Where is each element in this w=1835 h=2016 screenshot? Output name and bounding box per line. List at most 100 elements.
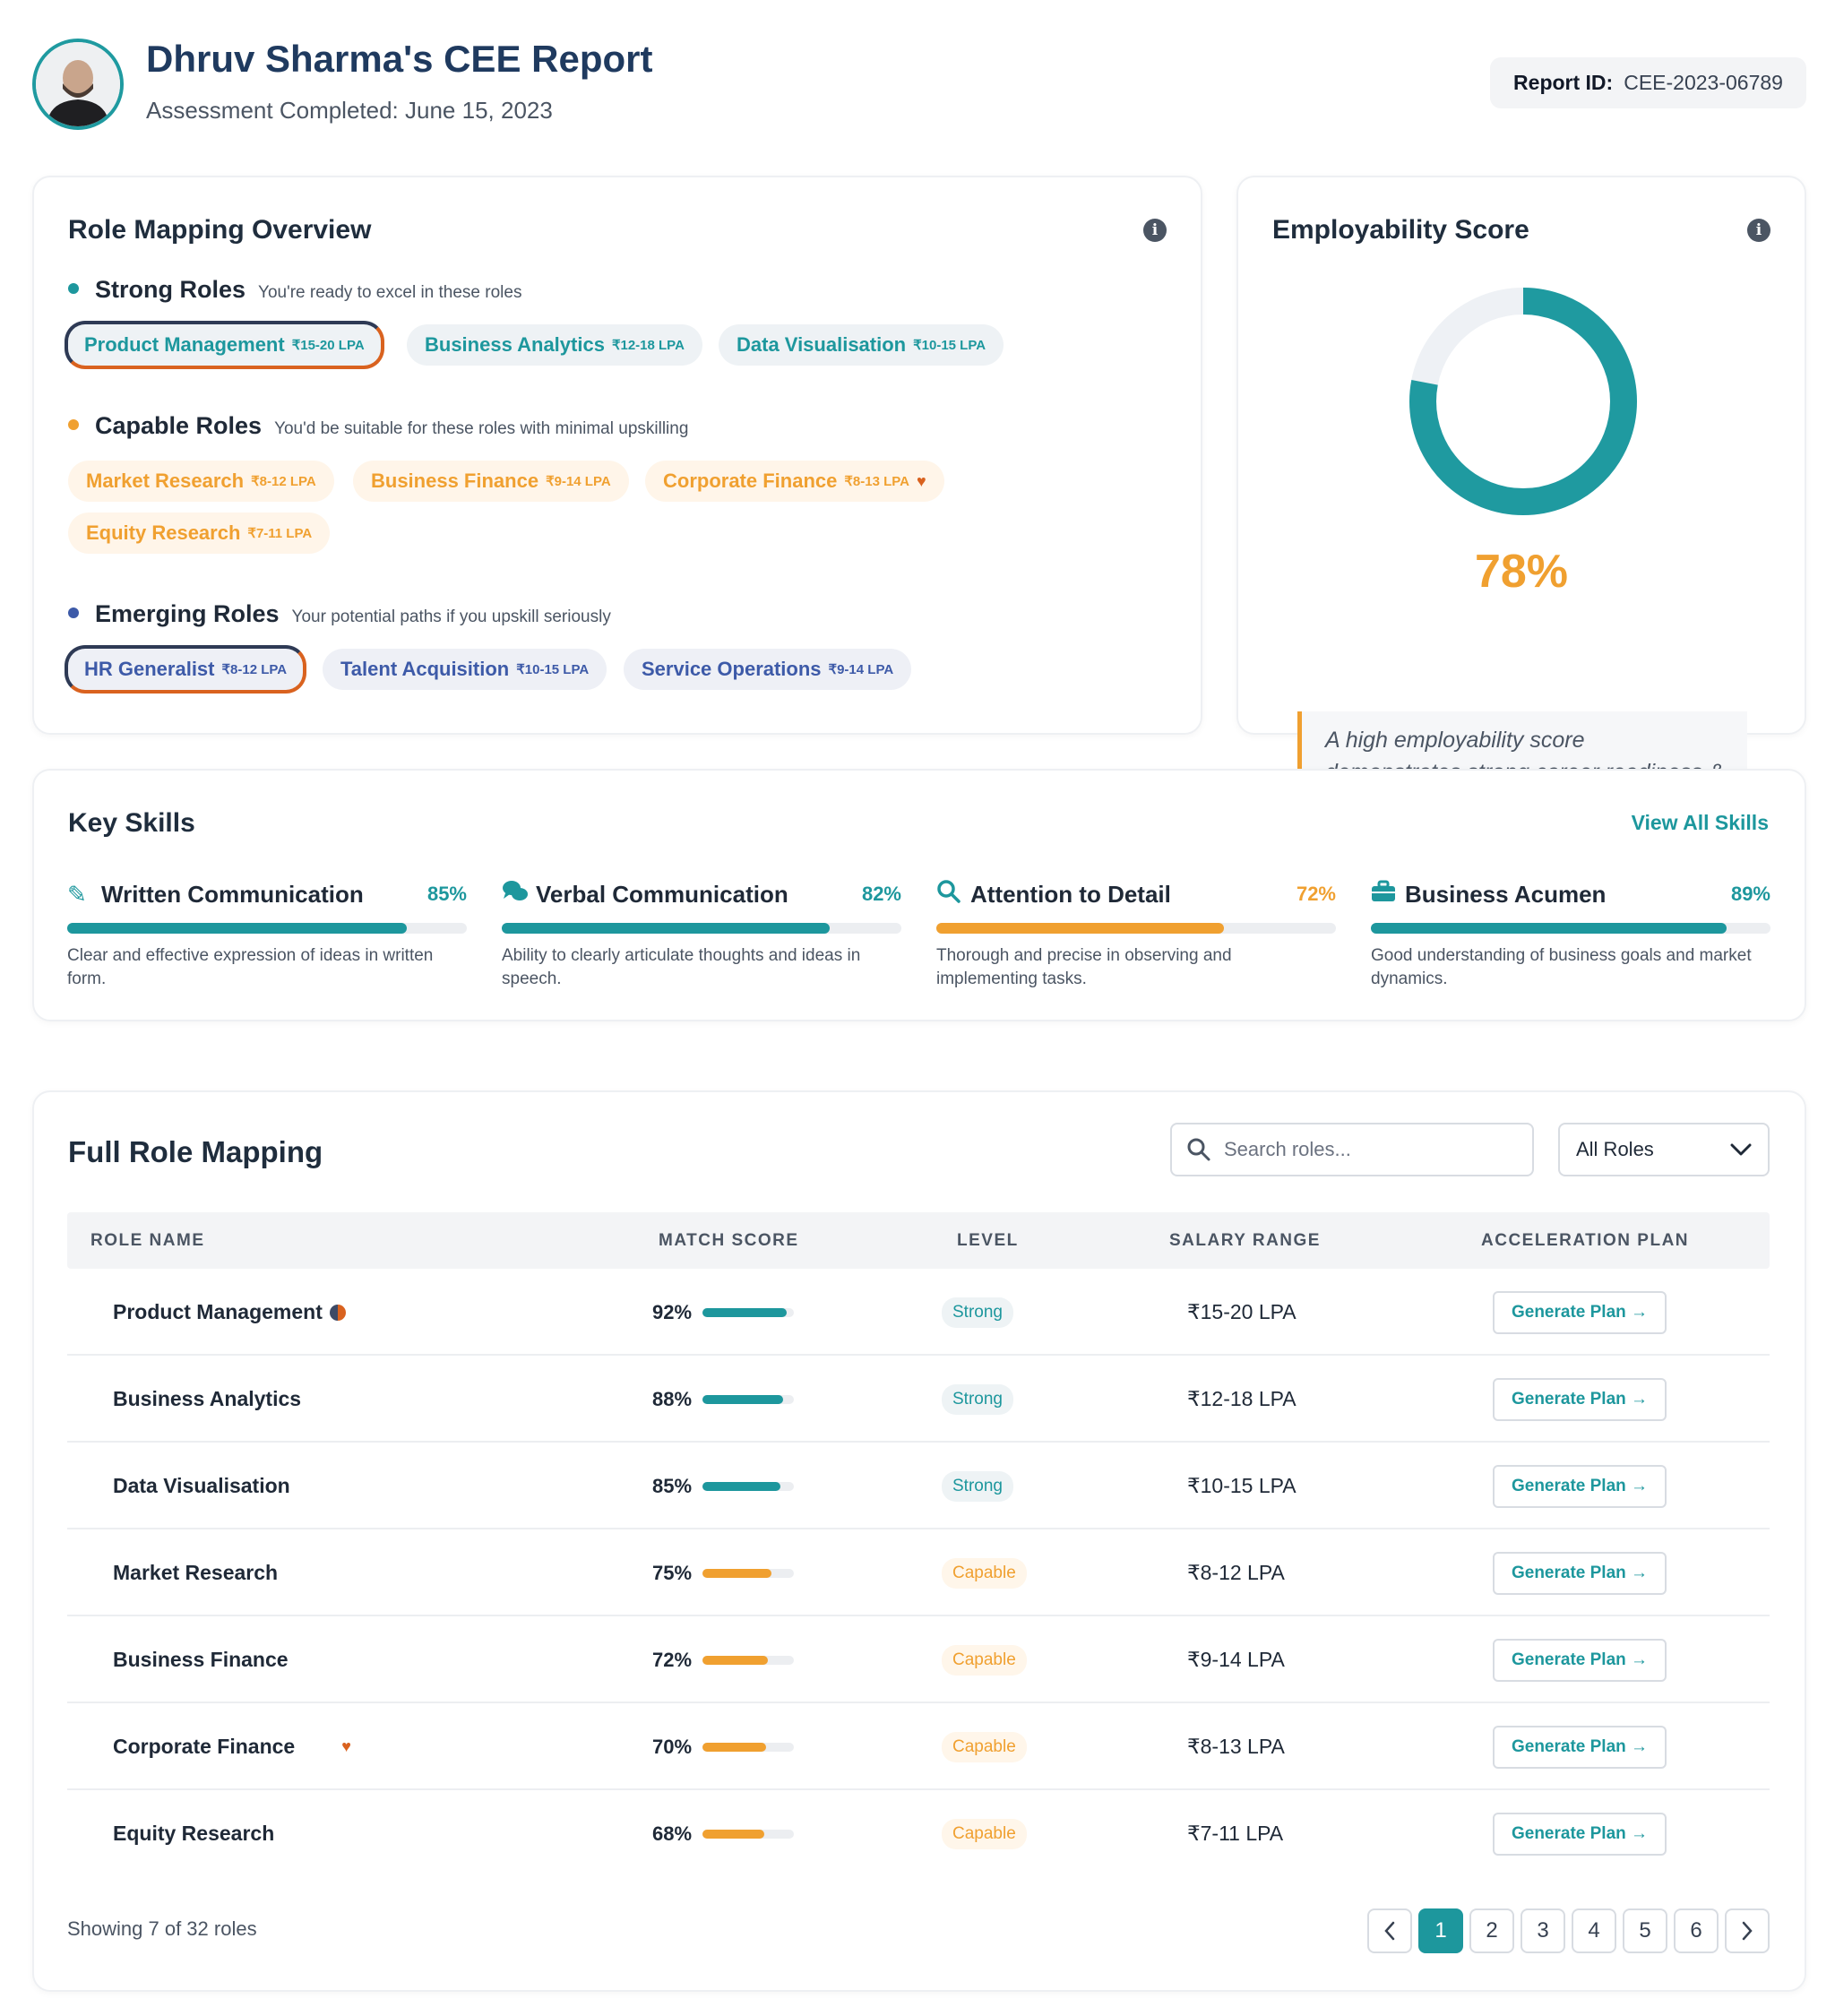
view-all-skills-link[interactable]: View All Skills: [1632, 811, 1769, 835]
assessment-date: Assessment Completed: June 15, 2023: [146, 97, 553, 124]
role-pill-salary: ₹10-15 LPA: [913, 338, 986, 353]
report-id-value: CEE-2023-06789: [1624, 71, 1783, 94]
match-score-text: 70%: [652, 1735, 693, 1758]
role-pill-name: Data Visualisation: [737, 333, 907, 356]
skill-progress-fill: [67, 923, 408, 934]
page-button-4[interactable]: 4: [1572, 1908, 1616, 1953]
role-name-cell: Market Research: [113, 1561, 279, 1584]
match-score-fill: [702, 1829, 765, 1839]
salary-cell: ₹7-11 LPA: [1187, 1822, 1284, 1845]
generate-plan-button[interactable]: Generate Plan →: [1493, 1551, 1667, 1595]
skill-progress-fill: [936, 923, 1225, 934]
capable-dot: [68, 419, 79, 430]
skill-progress-track: [1371, 923, 1770, 934]
role-pill-salary: ₹9-14 LPA: [546, 474, 611, 489]
page-button-5[interactable]: 5: [1623, 1908, 1667, 1953]
generate-plan-button[interactable]: Generate Plan →: [1493, 1464, 1667, 1508]
generate-plan-button[interactable]: Generate Plan →: [1493, 1812, 1667, 1856]
chevron-down-icon: [1730, 1143, 1752, 1156]
generate-plan-button[interactable]: Generate Plan →: [1493, 1638, 1667, 1682]
role-filter-select[interactable]: All Roles: [1558, 1123, 1770, 1176]
role-pill-name: Business Analytics: [425, 333, 605, 356]
info-icon[interactable]: i: [1747, 219, 1770, 242]
role-name-cell: Data Visualisation: [113, 1474, 290, 1497]
avatar: [32, 39, 124, 130]
emerging-roles-heading: Emerging Roles Your potential paths if y…: [68, 600, 611, 628]
skill-written-communication: ✎ Written Communication 85% Clear and ef…: [67, 878, 467, 991]
generate-plan-button[interactable]: Generate Plan →: [1493, 1377, 1667, 1421]
role-pill-business-analytics[interactable]: Business Analytics ₹12-18 LPA: [407, 324, 702, 366]
score-value: 78%: [1474, 546, 1569, 598]
role-pill-service-operations[interactable]: Service Operations ₹9-14 LPA: [624, 649, 912, 690]
table-row: Product Management 92% Strong ₹15-20 LPA Gen…: [67, 1269, 1770, 1356]
role-pill-equity-research[interactable]: Equity Research ₹7-11 LPA: [68, 513, 331, 554]
page-title: Dhruv Sharma's CEE Report: [146, 38, 653, 80]
role-pill-corporate-finance[interactable]: Corporate Finance ₹8-13 LPA ♥: [645, 461, 944, 502]
role-pill-business-finance[interactable]: Business Finance ₹9-14 LPA: [353, 461, 629, 502]
match-score-fill: [702, 1307, 787, 1317]
role-name-cell: Product Management: [113, 1300, 323, 1323]
skill-name: Written Communication: [101, 880, 364, 908]
table-row: Corporate Finance ♥ 70% Capable ₹8-13 LPA Gen…: [67, 1703, 1770, 1790]
role-pill-salary: ₹10-15 LPA: [516, 662, 590, 677]
salary-cell: ₹15-20 LPA: [1187, 1300, 1297, 1323]
match-score-bar: [702, 1307, 795, 1317]
column-salary-range: SALARY RANGE: [1169, 1231, 1321, 1250]
generate-plan-button[interactable]: Generate Plan →: [1493, 1290, 1667, 1334]
search-roles-field[interactable]: [1170, 1123, 1534, 1176]
role-pill-name: Product Management: [84, 333, 285, 356]
page-button-2[interactable]: 2: [1469, 1908, 1514, 1953]
key-skills-title: Key Skills: [68, 808, 195, 838]
search-input[interactable]: [1224, 1138, 1511, 1161]
role-pill-data-visualisation[interactable]: Data Visualisation ₹10-15 LPA: [719, 324, 1004, 366]
page-button-1[interactable]: 1: [1418, 1908, 1463, 1953]
role-filter-value: All Roles: [1576, 1138, 1654, 1160]
skill-description: Thorough and precise in observing and im…: [936, 946, 1232, 988]
salary-cell: ₹12-18 LPA: [1187, 1387, 1297, 1410]
role-pill-hr-generalist[interactable]: HR Generalist ₹8-12 LPA: [65, 645, 307, 694]
role-pill-name: Equity Research: [86, 521, 241, 544]
salary-cell: ₹8-12 LPA: [1187, 1561, 1285, 1584]
employability-score-card: Employability Score i 78% A high employa…: [1236, 176, 1806, 839]
match-score-bar: [702, 1568, 795, 1578]
role-pill-name: Market Research: [86, 470, 245, 492]
level-badge: Capable: [942, 1818, 1027, 1849]
match-score-bar: [702, 1394, 795, 1404]
match-score-bar: [702, 1829, 795, 1839]
page-button-6[interactable]: 6: [1674, 1908, 1719, 1953]
role-pill-salary: ₹7-11 LPA: [247, 526, 313, 541]
strong-roles-heading: Strong Roles You're ready to excel in th…: [68, 276, 521, 304]
table-header: ROLE NAME MATCH SCORE LEVEL SALARY RANGE…: [67, 1212, 1770, 1269]
salary-cell: ₹9-14 LPA: [1187, 1648, 1285, 1671]
role-pill-talent-acquisition[interactable]: Talent Acquisition ₹10-15 LPA: [323, 649, 607, 690]
skill-description: Good understanding of business goals and…: [1371, 946, 1752, 988]
generate-plan-button[interactable]: Generate Plan →: [1493, 1725, 1667, 1769]
skill-progress-fill: [1371, 923, 1727, 934]
report-id-badge: Report ID: CEE-2023-06789: [1490, 57, 1806, 108]
chevron-right-icon[interactable]: [1725, 1908, 1770, 1953]
pagination: 1 2 3 4 5 6: [1367, 1908, 1770, 1953]
table-row: Equity Research 68% Capable ₹7-11 LPA Genera…: [67, 1790, 1770, 1877]
strong-dot: [68, 283, 79, 294]
chevron-left-icon[interactable]: [1367, 1908, 1412, 1953]
briefcase-icon: [1371, 880, 1398, 909]
column-level: LEVEL: [957, 1231, 1019, 1250]
level-badge: Capable: [942, 1557, 1027, 1589]
heart-icon: ♥: [917, 471, 926, 490]
skill-percent: 85%: [426, 883, 467, 905]
match-score-text: 68%: [652, 1822, 693, 1845]
full-role-mapping-title: Full Role Mapping: [68, 1135, 323, 1168]
role-pill-salary: ₹8-12 LPA: [251, 474, 316, 489]
search-icon: [1187, 1138, 1210, 1161]
skill-description: Ability to clearly articulate thoughts a…: [502, 946, 861, 988]
level-badge: Strong: [942, 1470, 1013, 1502]
magnifier-icon: [936, 879, 963, 910]
role-pill-product-management[interactable]: Product Management ₹15-20 LPA: [65, 321, 384, 369]
info-icon[interactable]: i: [1143, 219, 1167, 242]
strong-roles-label: Strong Roles: [95, 276, 246, 303]
skill-progress-track: [502, 923, 901, 934]
match-score-fill: [702, 1481, 780, 1491]
column-match-score: MATCH SCORE: [659, 1231, 799, 1250]
role-pill-market-research[interactable]: Market Research ₹8-12 LPA: [68, 461, 334, 502]
page-button-3[interactable]: 3: [1521, 1908, 1565, 1953]
